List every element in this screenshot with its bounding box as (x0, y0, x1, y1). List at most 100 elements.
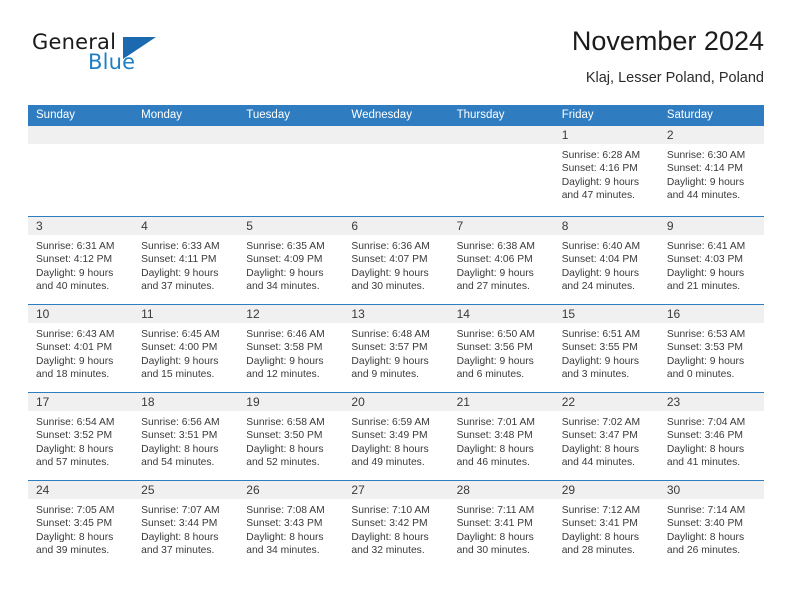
calendar-day-cell[interactable]: 24 Sunrise: 7:05 AM Sunset: 3:45 PM Dayligh… (28, 481, 134, 570)
day-sun-info: Sunrise: 7:14 AM Sunset: 3:40 PM Daylight:… (659, 499, 764, 558)
day-sun-info: Sunrise: 6:58 AM Sunset: 3:50 PM Daylight:… (238, 411, 343, 470)
calendar-day-cell[interactable]: 5 Sunrise: 6:35 AM Sunset: 4:09 PM Daylight… (238, 217, 344, 304)
day-number-strip: 10 (28, 305, 134, 323)
calendar-day-cell[interactable]: 8 Sunrise: 6:40 AM Sunset: 4:04 PM Daylight… (553, 217, 659, 304)
daylight-text-line2: and 28 minutes. (561, 545, 635, 557)
calendar-day-cell[interactable]: 12 Sunrise: 6:46 AM Sunset: 3:58 PM Dayligh… (238, 305, 344, 392)
sunset-text: Sunset: 3:44 PM (141, 518, 218, 530)
daylight-text-line2: and 52 minutes. (246, 457, 320, 469)
calendar-day-cell[interactable]: 6 Sunrise: 6:36 AM Sunset: 4:07 PM Daylight… (343, 217, 449, 304)
calendar-day-cell[interactable]: 21 Sunrise: 7:01 AM Sunset: 3:48 PM Dayligh… (448, 393, 554, 480)
calendar-day-cell[interactable]: 16 Sunrise: 6:53 AM Sunset: 3:53 PM Dayligh… (658, 305, 764, 392)
daylight-text-line2: and 18 minutes. (36, 369, 110, 381)
calendar-day-cell[interactable]: 20 Sunrise: 6:59 AM Sunset: 3:49 PM Dayligh… (343, 393, 449, 480)
sunrise-text: Sunrise: 6:45 AM (141, 329, 220, 340)
calendar-day-cell[interactable]: 29 Sunrise: 7:12 AM Sunset: 3:41 PM Dayligh… (553, 481, 659, 570)
calendar-week-row: 24 Sunrise: 7:05 AM Sunset: 3:45 PM Dayligh… (28, 480, 764, 570)
daylight-text-line2: and 15 minutes. (141, 369, 215, 381)
daylight-text-line2: and 34 minutes. (246, 281, 320, 293)
calendar-day-cell[interactable]: 3 Sunrise: 6:31 AM Sunset: 4:12 PM Daylight… (28, 217, 134, 304)
sunrise-text: Sunrise: 7:02 AM (561, 417, 641, 428)
daylight-text-line2: and 37 minutes. (141, 545, 215, 557)
day-sun-info: Sunrise: 7:01 AM Sunset: 3:48 PM Daylight:… (449, 411, 554, 470)
calendar-week-row: 3 Sunrise: 6:31 AM Sunset: 4:12 PM Daylight… (28, 216, 764, 304)
day-number: 15 (561, 307, 576, 321)
day-number-strip: 27 (343, 481, 449, 499)
sunrise-text: Sunrise: 6:51 AM (561, 329, 641, 340)
day-number: 4 (141, 219, 148, 233)
calendar-day-cell[interactable]: 19 Sunrise: 6:58 AM Sunset: 3:50 PM Dayligh… (238, 393, 344, 480)
day-sun-info: Sunrise: 6:50 AM Sunset: 3:56 PM Daylight:… (449, 323, 554, 382)
page-title: November 2024 (571, 26, 764, 56)
daylight-text-line1: Daylight: 9 hours (561, 176, 639, 188)
daylight-text-line1: Daylight: 8 hours (666, 531, 745, 543)
calendar-day-cell[interactable]: 1 Sunrise: 6:28 AM Sunset: 4:16 PM Daylight… (553, 126, 659, 216)
daylight-text-line2: and 34 minutes. (246, 545, 320, 557)
calendar-day-cell[interactable]: 30 Sunrise: 7:14 AM Sunset: 3:40 PM Dayligh… (658, 481, 764, 570)
day-number-strip: 17 (28, 393, 134, 411)
sunrise-text: Sunrise: 6:56 AM (141, 417, 220, 428)
day-number: 18 (141, 395, 155, 409)
calendar-day-cell[interactable]: 15 Sunrise: 6:51 AM Sunset: 3:55 PM Dayligh… (553, 305, 659, 392)
calendar-week-row: 1 Sunrise: 6:28 AM Sunset: 4:16 PM Daylight… (28, 126, 764, 216)
general-blue-logo[interactable]: General Blue (28, 28, 228, 84)
day-sun-info: Sunrise: 6:41 AM Sunset: 4:03 PM Daylight:… (659, 235, 764, 294)
day-number: 29 (561, 483, 576, 497)
day-number-strip: 4 (133, 217, 239, 235)
day-number-strip: 28 (448, 481, 554, 499)
daylight-text-line1: Daylight: 9 hours (456, 267, 534, 279)
sunrise-text: Sunrise: 6:30 AM (666, 150, 746, 161)
calendar-day-cell[interactable]: 28 Sunrise: 7:11 AM Sunset: 3:41 PM Dayligh… (448, 481, 554, 570)
day-number-strip (238, 126, 344, 144)
daylight-text-line2: and 6 minutes. (456, 369, 525, 381)
sunset-text: Sunset: 4:09 PM (246, 254, 323, 266)
calendar-day-cell[interactable]: 13 Sunrise: 6:48 AM Sunset: 3:57 PM Dayligh… (343, 305, 449, 392)
day-number-strip: 1 (553, 126, 659, 144)
calendar-day-cell[interactable]: 4 Sunrise: 6:33 AM Sunset: 4:11 PM Daylight… (133, 217, 239, 304)
day-number: 21 (456, 395, 470, 409)
calendar-day-cell[interactable]: 26 Sunrise: 7:08 AM Sunset: 3:43 PM Dayligh… (238, 481, 344, 570)
calendar-day-cell[interactable]: 22 Sunrise: 7:02 AM Sunset: 3:47 PM Dayligh… (553, 393, 659, 480)
calendar-day-cell[interactable]: 27 Sunrise: 7:10 AM Sunset: 3:42 PM Dayligh… (343, 481, 449, 570)
calendar-day-cell[interactable]: 2 Sunrise: 6:30 AM Sunset: 4:14 PM Daylight… (658, 126, 764, 216)
calendar-day-cell[interactable]: 9 Sunrise: 6:41 AM Sunset: 4:03 PM Daylight… (658, 217, 764, 304)
daylight-text-line2: and 26 minutes. (666, 545, 741, 557)
daylight-text-line1: Daylight: 8 hours (561, 443, 639, 455)
calendar-day-cell[interactable]: 7 Sunrise: 6:38 AM Sunset: 4:06 PM Daylight… (448, 217, 554, 304)
day-number: 12 (246, 307, 260, 321)
sunset-text: Sunset: 3:45 PM (36, 518, 113, 530)
sunset-text: Sunset: 3:55 PM (561, 342, 638, 354)
daylight-text-line1: Daylight: 9 hours (666, 267, 745, 279)
calendar-week-row: 10 Sunrise: 6:43 AM Sunset: 4:01 PM Dayligh… (28, 304, 764, 392)
daylight-text-line2: and 3 minutes. (561, 369, 630, 381)
daylight-text-line1: Daylight: 9 hours (36, 355, 114, 367)
calendar-day-cell[interactable]: 14 Sunrise: 6:50 AM Sunset: 3:56 PM Dayligh… (448, 305, 554, 392)
day-number-strip: 6 (343, 217, 449, 235)
calendar-day-cell[interactable]: 17 Sunrise: 6:54 AM Sunset: 3:52 PM Dayligh… (28, 393, 134, 480)
day-number-strip: 18 (133, 393, 239, 411)
calendar-day-cell[interactable]: 25 Sunrise: 7:07 AM Sunset: 3:44 PM Dayligh… (133, 481, 239, 570)
calendar-day-cell[interactable]: 11 Sunrise: 6:45 AM Sunset: 4:00 PM Dayligh… (133, 305, 239, 392)
sunset-text: Sunset: 4:07 PM (351, 254, 428, 266)
day-sun-info: Sunrise: 6:35 AM Sunset: 4:09 PM Daylight:… (238, 235, 343, 294)
calendar-day-cell[interactable]: 18 Sunrise: 6:56 AM Sunset: 3:51 PM Dayligh… (133, 393, 239, 480)
daylight-text-line2: and 30 minutes. (351, 281, 425, 293)
sunrise-text: Sunrise: 6:48 AM (351, 329, 430, 340)
daylight-text-line1: Daylight: 9 hours (666, 355, 745, 367)
daylight-text-line2: and 44 minutes. (666, 190, 741, 202)
day-sun-info: Sunrise: 6:51 AM Sunset: 3:55 PM Daylight:… (554, 323, 659, 382)
day-number: 8 (561, 219, 569, 233)
calendar-day-cell[interactable]: 10 Sunrise: 6:43 AM Sunset: 4:01 PM Dayligh… (28, 305, 134, 392)
calendar-day-cell[interactable]: 23 Sunrise: 7:04 AM Sunset: 3:46 PM Dayligh… (658, 393, 764, 480)
weekday-header-sunday: Sunday (36, 109, 76, 121)
sunset-text: Sunset: 4:16 PM (561, 163, 638, 175)
daylight-text-line2: and 12 minutes. (246, 369, 320, 381)
sunset-text: Sunset: 3:41 PM (456, 518, 533, 530)
day-sun-info: Sunrise: 6:33 AM Sunset: 4:11 PM Daylight:… (133, 235, 238, 294)
calendar-day-cell-empty (343, 126, 449, 216)
daylight-text-line1: Daylight: 9 hours (246, 355, 324, 367)
sunset-text: Sunset: 3:51 PM (141, 430, 218, 442)
sunset-text: Sunset: 4:06 PM (456, 254, 533, 266)
day-number-strip: 9 (658, 217, 764, 235)
day-number: 10 (36, 307, 50, 321)
